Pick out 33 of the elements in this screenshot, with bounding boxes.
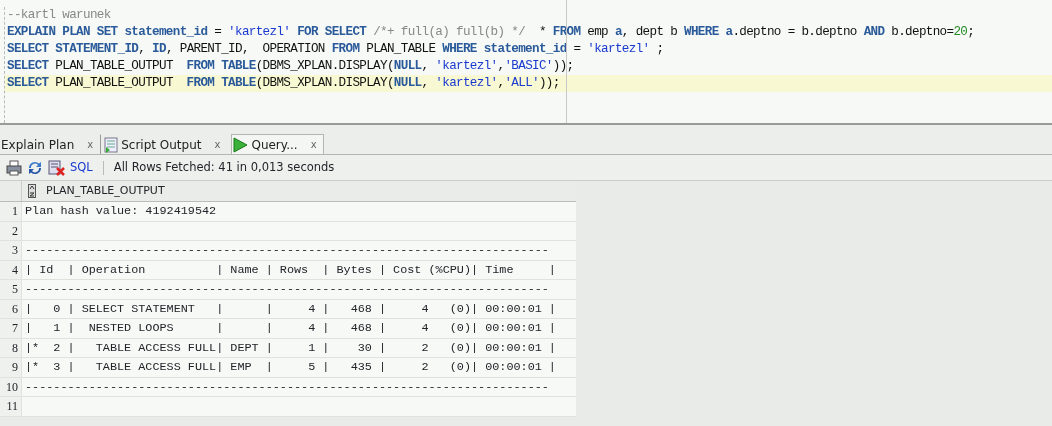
result-tab[interactable]: Explain Plan x bbox=[0, 134, 101, 154]
clear-icon[interactable] bbox=[48, 159, 66, 176]
document-icon bbox=[104, 136, 119, 153]
table-cell-text: -------------------------------------------------------------------------- bbox=[24, 378, 549, 396]
table-cell-text: -------------------------------------------------------------------------- bbox=[24, 242, 549, 259]
table-cell-text: | 0 | SELECT STATEMENT | | 4 | 468 | 4 (0)| 00:00:01 | bbox=[24, 300, 556, 318]
table-cell-text: -------------------------------------------------------------------------- bbox=[24, 281, 549, 298]
table-cell-text: | Id | Operation | Name | Rows | Bytes | Cost (%CPU)| Time | bbox=[24, 261, 556, 279]
sort-icon[interactable] bbox=[28, 184, 36, 198]
row-number: 11 bbox=[0, 397, 22, 416]
result-tab[interactable]: Query... x bbox=[231, 134, 324, 154]
code-line: EXPLAIN PLAN SET statement_id = 'kartezl' FOR SELECT /*+ full(a) full(b) */ * FROM emp a, dept b WHERE a.deptno = b.deptno AND b.deptno=20; bbox=[6, 24, 976, 41]
table-cell-text: | 1 | NESTED LOOPS | | 4 | 468 | 4 (0)| 00:00:01 | bbox=[24, 320, 556, 337]
close-button[interactable]: x bbox=[310, 137, 317, 152]
code-line: SELECT STATEMENT_ID, ID, PARENT_ID, OPERATION FROM PLAN_TABLE WHERE statement_id = 'kartezl' ; bbox=[6, 41, 665, 58]
result-tab[interactable]: Script Output x bbox=[100, 134, 228, 154]
table-cell-text: |* 2 | TABLE ACCESS FULL| DEPT | 1 | 30 | 2 (0)| 00:00:01 | bbox=[24, 339, 556, 357]
print-icon[interactable] bbox=[6, 159, 22, 176]
row-number: 7 bbox=[0, 319, 22, 338]
code-line: SELECT PLAN_TABLE_OUTPUT FROM TABLE(DBMS_XPLAN.DISPLAY(NULL, 'kartezl','BASIC')); bbox=[6, 58, 575, 75]
table-cell-text: Plan hash value: 4192419542 bbox=[24, 203, 217, 220]
row-number: 1 bbox=[0, 202, 22, 221]
row-number: 3 bbox=[0, 241, 22, 260]
code-line: --kartl warunek bbox=[6, 7, 112, 24]
row-number: 9 bbox=[0, 358, 22, 377]
column-header[interactable]: PLAN_TABLE_OUTPUT bbox=[46, 182, 165, 200]
sql-link[interactable]: SQL bbox=[70, 158, 93, 177]
close-button[interactable]: x bbox=[87, 137, 94, 152]
status-text: All Rows Fetched: 41 in 0,013 seconds bbox=[113, 158, 335, 176]
row-number: 5 bbox=[0, 280, 22, 299]
close-button[interactable]: x bbox=[214, 137, 221, 152]
play-icon bbox=[232, 136, 249, 153]
table-cell-text: |* 3 | TABLE ACCESS FULL| EMP | 5 | 435 | 2 (0)| 00:00:01 | bbox=[24, 359, 556, 376]
